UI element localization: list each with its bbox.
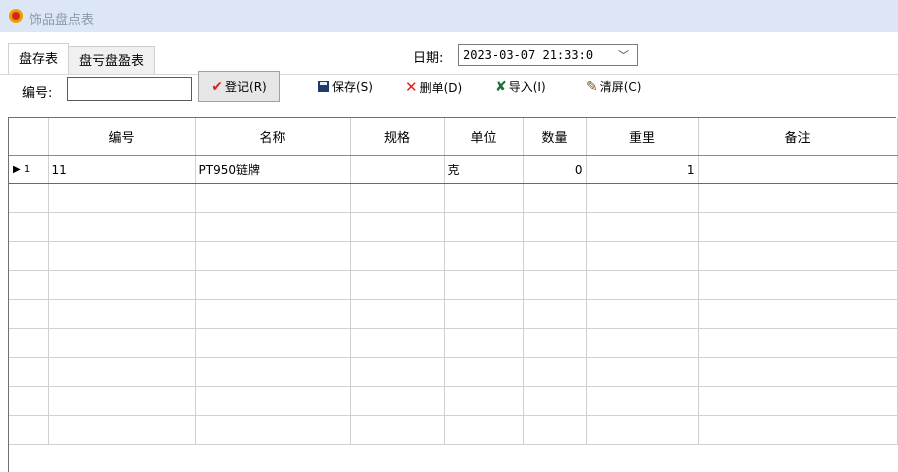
code-label: 编号: <box>22 86 53 101</box>
empty-row[interactable] <box>9 212 898 242</box>
date-picker[interactable]: 2023-03-07 21:33:0 ﹀ <box>458 44 638 66</box>
column-header-qty[interactable]: 数量 <box>523 118 587 156</box>
empty-row[interactable] <box>9 270 898 300</box>
tab-stock-table[interactable]: 盘存表 <box>8 43 69 75</box>
tab-loss-gain-table[interactable]: 盘亏盘盈表 <box>69 46 155 75</box>
table-row[interactable]: ▶ 1 11 PT950链牌 克 0 1 <box>9 155 898 184</box>
import-button[interactable]: ✘ 导入(I) <box>495 78 546 95</box>
empty-row[interactable] <box>9 241 898 271</box>
save-label: 保存(S) <box>332 80 373 94</box>
column-header-note[interactable]: 备注 <box>698 118 898 156</box>
window-title: 饰品盘点表 <box>29 13 95 28</box>
date-label: 日期: <box>413 51 444 66</box>
empty-row[interactable] <box>9 415 898 445</box>
import-label: 导入(I) <box>508 80 546 94</box>
delete-label: 删单(D) <box>419 81 463 95</box>
cell-weight[interactable]: 1 <box>586 155 699 184</box>
excel-icon: ✘ <box>495 79 507 95</box>
cell-qty[interactable]: 0 <box>523 155 587 184</box>
tab-divider <box>0 74 898 75</box>
floppy-disk-icon <box>318 81 329 92</box>
empty-row[interactable] <box>9 357 898 387</box>
column-header-unit[interactable]: 单位 <box>444 118 524 156</box>
inventory-table: 编号 名称 规格 单位 数量 重里 备注 ▶ 1 11 PT950链牌 克 0 … <box>9 118 898 445</box>
row-indicator[interactable]: ▶ 1 <box>9 155 49 184</box>
empty-row[interactable] <box>9 328 898 358</box>
window-titlebar: 饰品盘点表 <box>0 0 898 32</box>
delete-button[interactable]: ✕ 删单(D) <box>405 78 462 96</box>
empty-row[interactable] <box>9 386 898 416</box>
column-header-code[interactable]: 编号 <box>48 118 196 156</box>
header-row: 编号 名称 规格 单位 数量 重里 备注 <box>9 118 898 156</box>
clear-label: 清屏(C) <box>599 80 642 94</box>
date-value: 2023-03-07 21:33:0 <box>463 48 594 62</box>
clear-button[interactable]: ✎ 清屏(C) <box>586 78 641 95</box>
column-header-weight[interactable]: 重里 <box>586 118 699 156</box>
cell-note[interactable] <box>698 155 898 184</box>
checkmark-icon: ✔ <box>211 79 224 95</box>
empty-row[interactable] <box>9 183 898 213</box>
register-button[interactable]: ✔ 登记(R) <box>198 71 280 102</box>
brush-icon: ✎ <box>586 79 598 95</box>
app-logo-icon <box>9 9 23 23</box>
code-input[interactable] <box>67 77 192 101</box>
inventory-grid[interactable]: 编号 名称 规格 单位 数量 重里 备注 ▶ 1 11 PT950链牌 克 0 … <box>8 117 898 472</box>
cell-code[interactable]: 11 <box>48 155 196 184</box>
empty-row[interactable] <box>9 299 898 329</box>
cell-spec[interactable] <box>350 155 445 184</box>
row-indicator-header <box>9 118 49 156</box>
save-button[interactable]: 保存(S) <box>318 78 373 95</box>
delete-x-icon: ✕ <box>405 78 418 96</box>
column-header-name[interactable]: 名称 <box>195 118 351 156</box>
chevron-down-icon[interactable]: ﹀ <box>618 47 629 63</box>
register-label: 登记(R) <box>225 80 267 94</box>
cell-unit[interactable]: 克 <box>444 155 524 184</box>
cell-name[interactable]: PT950链牌 <box>195 155 351 184</box>
column-header-spec[interactable]: 规格 <box>350 118 445 156</box>
